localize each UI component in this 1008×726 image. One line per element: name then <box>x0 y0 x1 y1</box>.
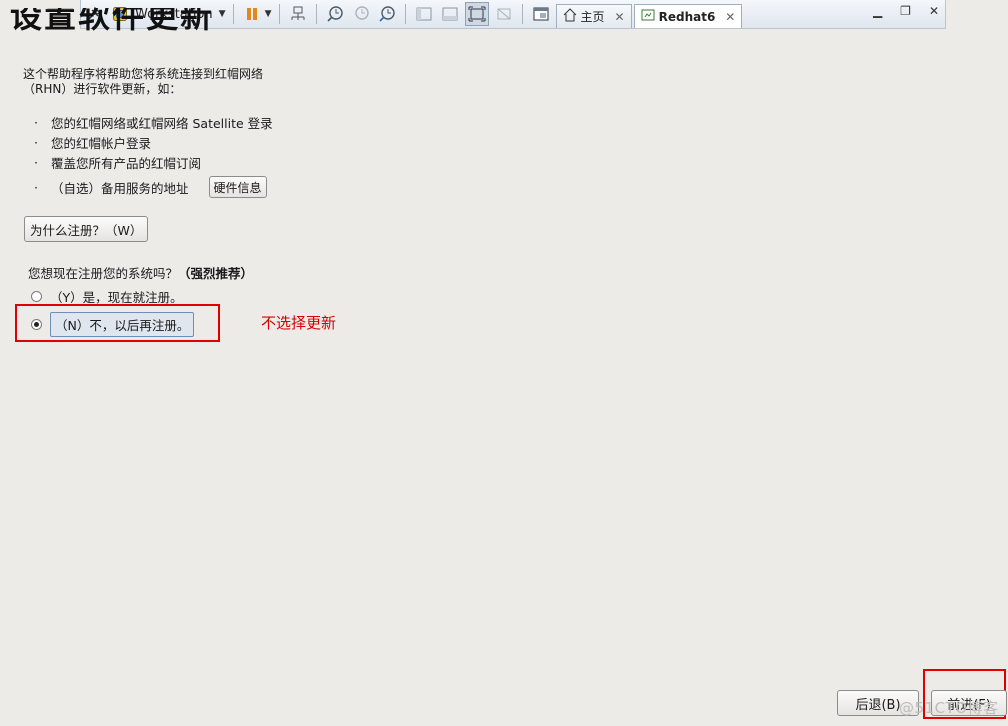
toolbar-divider <box>315 4 317 24</box>
tab-home[interactable]: 主页 ✕ <box>555 4 632 28</box>
hardware-info-button[interactable]: 硬件信息 <box>208 176 267 198</box>
library-icon <box>413 3 435 25</box>
tab-redhat6[interactable]: Redhat6 ✕ <box>633 4 743 28</box>
home-icon <box>563 8 577 25</box>
list-item: · 您的红帽网络或红帽网络 Satellite 登录 <box>34 112 273 132</box>
window-controls: ▁ ❐ ✕ <box>873 4 939 18</box>
bullet-dot: · <box>34 134 38 150</box>
close-window-icon[interactable]: ✕ <box>929 4 939 18</box>
radio-button[interactable] <box>31 291 42 302</box>
toolbar-divider <box>521 4 523 24</box>
register-question: 您想现在注册您的系统吗？（强烈推荐） <box>28 263 253 282</box>
annotation-box-no-option <box>15 304 220 342</box>
question-text: 您想现在注册您的系统吗？ <box>28 266 179 281</box>
thumbnail-bar-button[interactable] <box>439 3 461 25</box>
list-item: · 覆盖您所有产品的红帽订阅 <box>34 152 273 172</box>
thumbnail-icon <box>439 3 461 25</box>
suspend-button[interactable]: ▼ <box>241 3 272 25</box>
intro-text: 这个帮助程序将帮助您将系统连接到红帽网络 （RHN）进行软件更新，如： <box>23 67 263 97</box>
bullet-dot: · <box>34 179 38 195</box>
vm-icon <box>641 8 655 25</box>
snapshot-button[interactable] <box>324 3 346 25</box>
tab-redhat6-label: Redhat6 <box>658 9 716 24</box>
toolbar-divider <box>232 4 234 24</box>
list-item-label: 您的红帽网络或红帽网络 Satellite 登录 <box>51 115 273 131</box>
snapshot-manager-icon <box>376 3 398 25</box>
minimize-icon[interactable]: ▁ <box>873 4 882 18</box>
restore-icon[interactable]: ❐ <box>900 4 911 18</box>
snapshot-manager-button[interactable] <box>376 3 398 25</box>
list-item-label: 覆盖您所有产品的红帽订阅 <box>51 155 202 171</box>
close-icon[interactable]: ✕ <box>725 10 735 24</box>
annotation-note: 不选择更新 <box>261 314 337 332</box>
send-keys-button[interactable] <box>287 3 309 25</box>
full-screen-button[interactable] <box>464 2 489 26</box>
list-item: · 您的红帽帐户登录 <box>34 132 273 152</box>
pause-icon <box>241 3 263 25</box>
tab-home-label: 主页 <box>580 10 605 24</box>
revert-snapshot-icon <box>350 3 372 25</box>
toolbar-divider <box>278 4 280 24</box>
question-emphasis: （强烈推荐） <box>178 266 254 281</box>
bullet-dot: · <box>34 114 38 130</box>
network-icon <box>287 3 309 25</box>
why-register-button[interactable]: 为什么注册？（W） <box>24 216 149 242</box>
unity-button[interactable] <box>493 3 515 25</box>
close-icon[interactable]: ✕ <box>615 10 625 24</box>
bullet-list: · 您的红帽网络或红帽网络 Satellite 登录 · 您的红帽帐户登录 · … <box>34 112 273 202</box>
chevron-down-icon: ▼ <box>218 9 226 19</box>
snapshot-icon <box>324 3 346 25</box>
full-screen-icon <box>466 3 488 25</box>
bullet-dot: · <box>34 154 38 170</box>
watermark: @51CTO博客 <box>899 699 999 717</box>
intro-line: （RHN）进行软件更新，如： <box>23 82 182 96</box>
intro-line: 这个帮助程序将帮助您将系统连接到红帽网络 <box>23 67 264 81</box>
chevron-down-icon: ▼ <box>264 9 272 19</box>
show-library-button[interactable] <box>413 3 435 25</box>
console-view-button[interactable] <box>530 3 552 25</box>
list-item: · （自选）备用服务的地址 硬件信息 <box>34 172 273 202</box>
toolbar-divider <box>404 4 406 24</box>
unity-icon <box>493 3 515 25</box>
console-view-icon <box>530 3 552 25</box>
list-item-label: 您的红帽帐户登录 <box>51 135 152 151</box>
list-item-label: （自选）备用服务的地址 <box>51 180 189 196</box>
revert-snapshot-button[interactable] <box>350 3 372 25</box>
